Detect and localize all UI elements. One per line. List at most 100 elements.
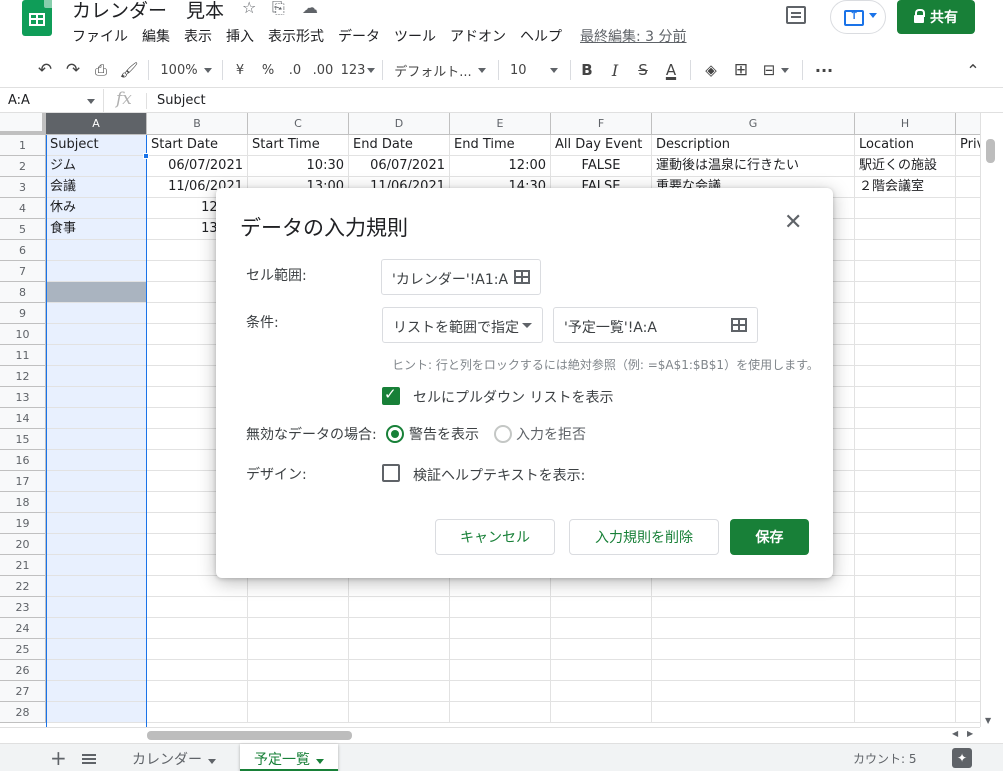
grid-cell[interactable] [855,303,956,324]
move-folder-icon[interactable]: ⎘ [272,0,285,18]
grid-cell[interactable] [956,702,980,723]
criteria-range-input[interactable]: '予定一覧'!A:A [553,307,758,343]
grid-cell[interactable]: ２階会議室 [855,177,956,198]
grid-cell[interactable] [855,240,956,261]
grid-cell[interactable] [349,660,450,681]
menu-help[interactable]: ヘルプ [520,26,562,46]
menu-addons[interactable]: アドオン [450,26,506,46]
sheets-logo-icon[interactable] [22,0,52,36]
grid-cell[interactable] [855,681,956,702]
grid-cell[interactable]: 駅近くの施設 [855,156,956,177]
more-formats-select[interactable]: 123 [340,52,376,88]
row-header[interactable]: 19 [0,513,46,534]
grid-cell[interactable] [855,534,956,555]
cloud-status-icon[interactable]: ☁ [302,0,318,17]
grid-cell[interactable] [956,303,980,324]
grid-cell[interactable] [956,534,980,555]
undo-icon[interactable]: ↶ [32,52,58,88]
row-header[interactable]: 25 [0,639,46,660]
grid-cell[interactable] [855,198,956,219]
grid-cell[interactable] [147,597,248,618]
grid-cell[interactable] [956,555,980,576]
grid-cell[interactable]: FALSE [551,156,652,177]
grid-cell[interactable]: 運動後は温泉に行きたい [652,156,855,177]
warn-radio[interactable] [386,425,404,443]
grid-cell[interactable] [349,618,450,639]
row-header[interactable]: 23 [0,597,46,618]
grid-cell[interactable] [855,471,956,492]
grid-cell[interactable] [956,450,980,471]
grid-cell[interactable] [956,282,980,303]
grid-cell[interactable] [956,681,980,702]
row-header[interactable]: 9 [0,303,46,324]
grid-cell[interactable] [956,639,980,660]
grid-cell[interactable] [855,450,956,471]
grid-cell[interactable] [956,177,980,198]
decrease-decimal-button[interactable]: .0 [283,52,307,88]
text-color-button[interactable]: A [660,52,682,88]
grid-cell[interactable] [450,681,551,702]
grid-cell[interactable] [855,387,956,408]
cell-range-input[interactable]: 'カレンダー'!A1:A [381,259,541,295]
grid-cell[interactable] [248,576,349,597]
grid-cell[interactable]: 06/07/2021 [147,156,248,177]
grid-cell[interactable] [956,261,980,282]
menu-data[interactable]: データ [338,26,380,46]
share-button[interactable]: 共有 [897,0,975,34]
menu-file[interactable]: ファイル [72,26,128,46]
grid-cell[interactable] [551,618,652,639]
scroll-left-icon[interactable]: ◀ [952,729,958,738]
grid-cell[interactable] [956,513,980,534]
close-icon[interactable]: ✕ [784,212,802,234]
grid-cell[interactable] [956,366,980,387]
grid-cell[interactable] [855,324,956,345]
remove-validation-button[interactable]: 入力規則を削除 [569,519,719,555]
column-header[interactable]: A [46,113,147,135]
row-header[interactable]: 10 [0,324,46,345]
sheet-tab-schedule[interactable]: 予定一覧 [240,744,338,771]
collapse-toolbar-icon[interactable]: ⌃ [960,52,986,88]
grid-cell[interactable] [956,618,980,639]
grid-cell[interactable] [956,387,980,408]
vertical-scroll-thumb[interactable] [986,139,995,163]
grid-cell[interactable] [652,702,855,723]
column-header[interactable]: C [248,113,349,135]
grid-cell[interactable] [652,660,855,681]
row-header[interactable]: 17 [0,471,46,492]
grid-cell[interactable] [855,513,956,534]
row-header[interactable]: 6 [0,240,46,261]
row-header[interactable]: 7 [0,261,46,282]
row-header[interactable]: 14 [0,408,46,429]
select-range-icon[interactable] [731,318,747,332]
grid-cell[interactable] [248,681,349,702]
bold-button[interactable]: B [576,52,598,88]
grid-cell[interactable] [855,345,956,366]
grid-cell[interactable] [956,492,980,513]
select-all-corner[interactable] [0,113,46,135]
grid-cell[interactable]: Location [855,135,956,156]
column-header[interactable]: F [551,113,652,135]
grid-cell[interactable] [248,660,349,681]
grid-cell[interactable] [652,576,855,597]
horizontal-scrollbar[interactable]: ◀ ▶ [0,727,980,743]
cancel-button[interactable]: キャンセル [435,519,555,555]
row-header[interactable]: 1 [0,135,46,156]
scroll-down-icon[interactable]: ▼ [985,716,991,725]
criteria-select[interactable]: リストを範囲で指定 [382,307,543,343]
zoom-select[interactable]: 100% [156,52,216,88]
grid-cell[interactable] [551,660,652,681]
grid-cell[interactable] [349,702,450,723]
grid-cell[interactable] [956,471,980,492]
borders-icon[interactable]: ⊞ [728,52,754,88]
grid-cell[interactable] [956,345,980,366]
grid-cell[interactable]: Priv [956,135,980,156]
grid-cell[interactable] [349,597,450,618]
grid-cell[interactable] [652,618,855,639]
name-box[interactable]: A:A [0,89,104,113]
column-header[interactable]: H [855,113,956,135]
grid-cell[interactable] [956,576,980,597]
add-sheet-icon[interactable]: + [50,746,67,770]
sheet-tab-calendar[interactable]: カレンダー [118,744,230,771]
menu-tools[interactable]: ツール [394,26,436,46]
help-text-checkbox[interactable] [382,464,400,482]
